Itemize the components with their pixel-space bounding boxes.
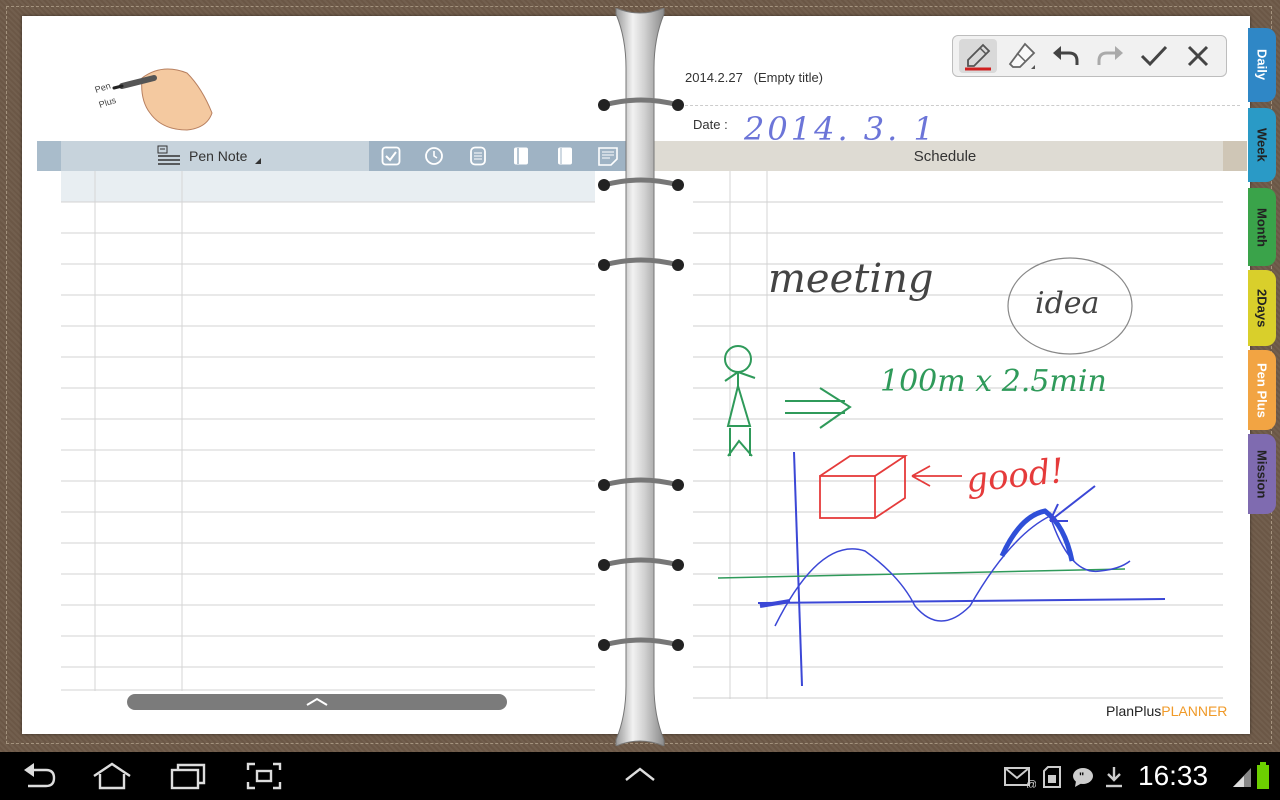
svg-text:Pen: Pen (94, 80, 112, 94)
sim-icon (1043, 766, 1061, 793)
home-icon[interactable] (92, 762, 132, 795)
notebook-alt-icon[interactable] (554, 145, 576, 167)
battery-icon (1256, 762, 1270, 795)
planner-app: Pen Plus Pen Note 2014.2.27 (Empty title… (0, 0, 1280, 752)
list-icon[interactable] (467, 145, 489, 167)
pen-note-label: Pen Note (189, 148, 248, 164)
pen-toolbar (952, 35, 1227, 77)
tab-daily[interactable]: Daily (1248, 28, 1276, 102)
pen-note-selector[interactable]: Pen Note (157, 141, 262, 171)
left-page: Pen Plus Pen Note (22, 16, 630, 734)
tab-daily-label: Daily (1254, 49, 1270, 81)
dropdown-corner-icon (255, 151, 262, 167)
tab-pen-plus-label: Pen Plus (1254, 362, 1270, 418)
pen-plus-logo: Pen Plus (92, 58, 222, 133)
schedule-bar-edge (1223, 141, 1247, 171)
brand-planner: PLANNER (1161, 703, 1228, 719)
planplus-brand: PlanPlusPLANNER (1106, 703, 1227, 719)
tab-month[interactable]: Month (1248, 188, 1276, 266)
back-icon[interactable] (22, 762, 56, 795)
recent-apps-icon[interactable] (170, 762, 206, 795)
binder-rings (594, 90, 689, 665)
chat-icon: " (1072, 766, 1094, 793)
brand-planplus: PlanPlus (1106, 703, 1162, 719)
pen-note-toolbar (369, 141, 630, 171)
undo-icon[interactable] (1047, 39, 1085, 73)
eraser-icon[interactable] (1003, 39, 1041, 73)
email-icon: @ (1004, 766, 1037, 793)
tab-2days[interactable]: 2Days (1248, 270, 1276, 346)
svg-text:@: @ (1026, 779, 1036, 788)
checkbox-icon[interactable] (380, 145, 402, 167)
tab-week[interactable]: Week (1248, 108, 1276, 182)
tab-month-label: Month (1254, 207, 1270, 247)
pen-note-icon (157, 145, 181, 168)
close-icon[interactable] (1179, 39, 1217, 73)
pen-icon[interactable] (959, 39, 997, 73)
collapse-handle[interactable] (127, 694, 507, 710)
tab-mission-label: Mission (1254, 449, 1270, 499)
schedule-grid[interactable] (693, 171, 1223, 699)
right-page: 2014.2.27 (Empty title) Date : Schedule … (640, 16, 1250, 734)
system-navigation-bar: @ " 16:33 (0, 752, 1280, 800)
pen-note-bar: Pen Note (37, 141, 630, 171)
clock: 16:33 (1138, 760, 1209, 791)
schedule-bar: Schedule (652, 141, 1238, 171)
tab-week-label: Week (1254, 128, 1270, 162)
pen-note-bar-edge (37, 141, 61, 171)
svg-text:": " (1079, 771, 1084, 783)
screenshot-icon[interactable] (246, 762, 282, 795)
entry-date-title: 2014.2.27 (Empty title) (685, 70, 824, 85)
dashed-divider (680, 105, 1240, 106)
chevron-up-icon (306, 697, 328, 706)
svg-text:Plus: Plus (98, 95, 118, 110)
notebook-icon[interactable] (510, 145, 532, 167)
confirm-icon[interactable] (1135, 39, 1173, 73)
tab-mission[interactable]: Mission (1248, 434, 1276, 514)
tab-2days-label: 2Days (1254, 288, 1270, 328)
tab-pen-plus[interactable]: Pen Plus (1248, 350, 1276, 430)
pen-note-grid[interactable] (61, 171, 595, 691)
signal-icon (1232, 766, 1252, 793)
download-icon (1104, 766, 1124, 793)
redo-icon[interactable] (1091, 39, 1129, 73)
date-label: Date : (693, 117, 728, 132)
schedule-label: Schedule (913, 147, 977, 165)
chevron-up-icon[interactable] (624, 766, 656, 787)
clock-icon[interactable] (423, 145, 445, 167)
